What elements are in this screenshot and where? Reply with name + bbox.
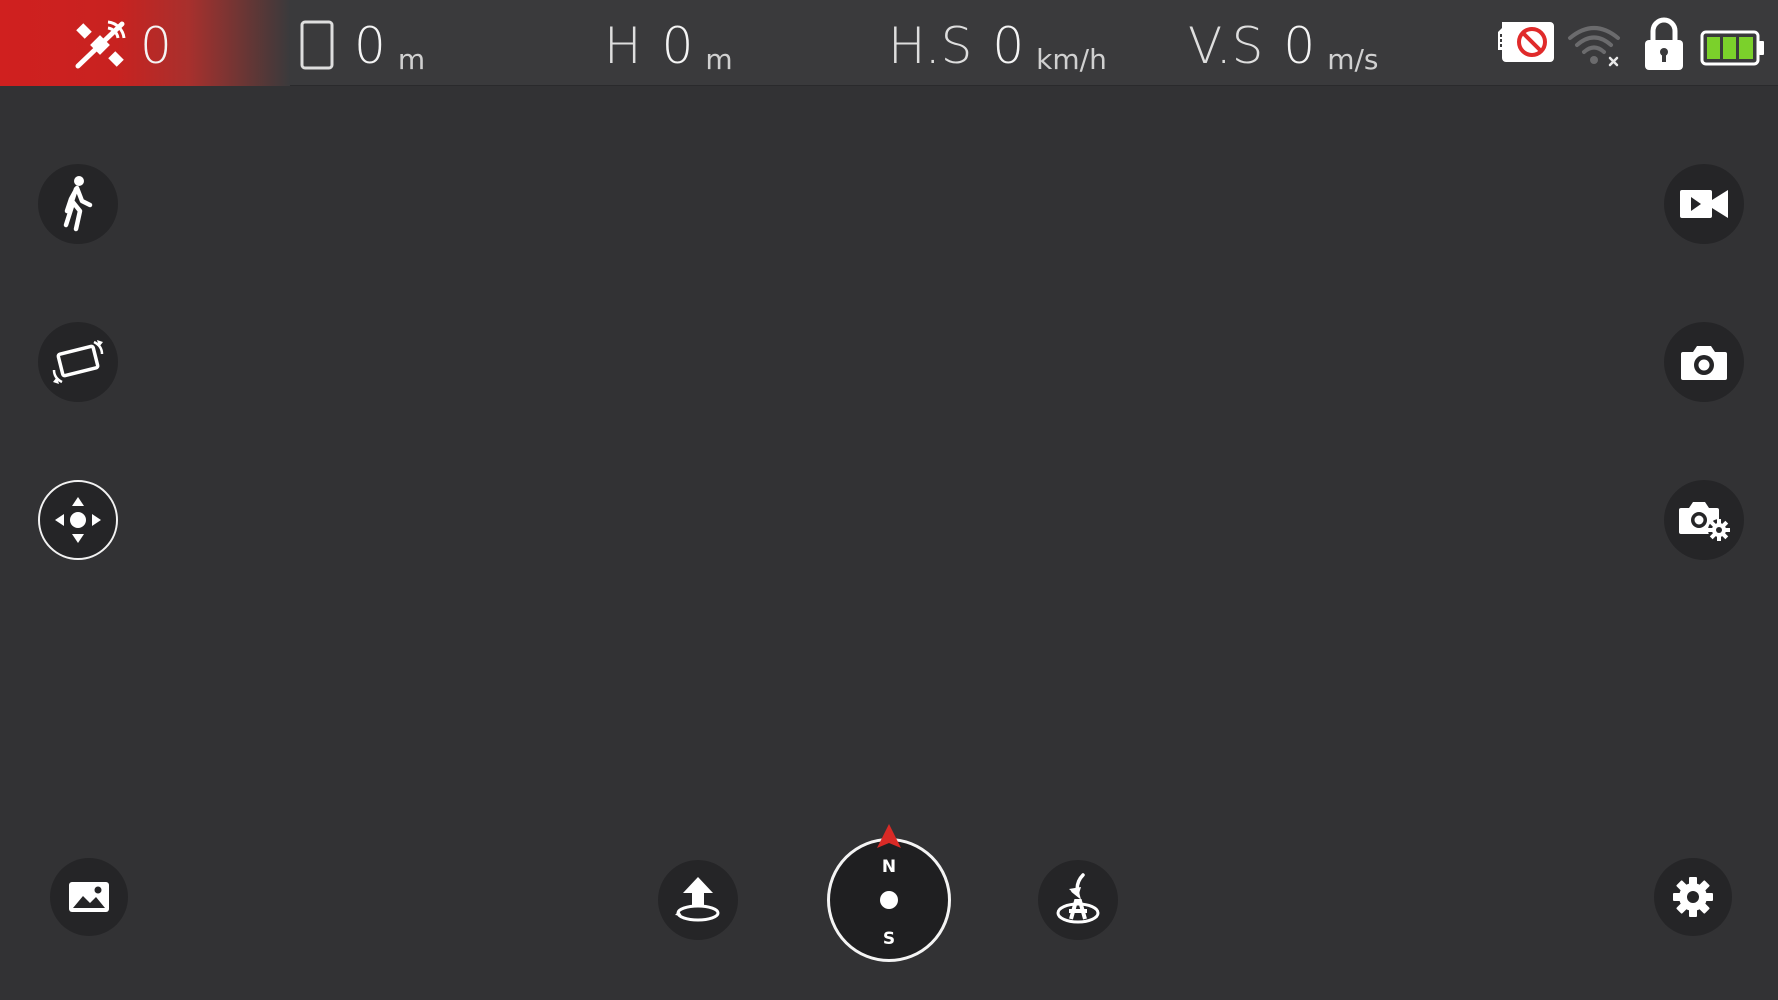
- takeoff-icon: [675, 877, 720, 922]
- compass-north-label: N: [881, 857, 897, 877]
- landing-button[interactable]: [1038, 860, 1118, 940]
- wifi-disconnected-icon[interactable]: [1566, 20, 1622, 70]
- distance-value: 0: [354, 17, 386, 75]
- vertical-speed-readout: V.S 0 m/s: [1188, 10, 1379, 76]
- directional-pad-icon: [55, 497, 101, 543]
- height-value: 0: [661, 17, 694, 75]
- gallery-button[interactable]: [50, 858, 128, 936]
- vertical-speed-value: 0: [1283, 17, 1316, 75]
- horizontal-speed-unit: km/h: [1036, 43, 1107, 76]
- distance-readout: 0 m: [300, 10, 425, 76]
- sd-card-blocked-icon[interactable]: [1496, 20, 1556, 64]
- takeoff-button[interactable]: [658, 860, 738, 940]
- compass: N S: [827, 838, 951, 962]
- lock-icon[interactable]: [1642, 16, 1686, 72]
- horizontal-speed-label: H.S: [888, 17, 973, 75]
- battery-icon: [1700, 30, 1764, 66]
- compass-heading-needle-icon: [877, 824, 901, 848]
- satellite-count-value: 0: [140, 17, 172, 75]
- gear-icon: [1673, 877, 1713, 917]
- compass-drone-dot: [880, 891, 898, 909]
- move-control-button[interactable]: [38, 480, 118, 560]
- video-camera-icon: [1680, 190, 1728, 218]
- distance-icon: [300, 20, 334, 70]
- rotate-screen-icon: [52, 340, 104, 384]
- vertical-speed-label: V.S: [1188, 17, 1264, 75]
- height-unit: m: [705, 43, 733, 76]
- telemetry-bar: 0 0 m H 0 m H.S 0 km/h V.S 0 m/s: [0, 0, 1778, 86]
- horizontal-speed-value: 0: [992, 17, 1025, 75]
- satellite-off-icon: [75, 20, 126, 69]
- rotate-view-button[interactable]: [38, 322, 118, 402]
- camera-icon: [1681, 346, 1727, 380]
- landing-icon: [1056, 873, 1100, 924]
- horizontal-speed-readout: H.S 0 km/h: [888, 10, 1107, 76]
- record-video-button[interactable]: [1664, 164, 1744, 244]
- height-label: H: [604, 17, 642, 75]
- satellite-count: 0: [140, 10, 172, 76]
- distance-unit: m: [397, 43, 426, 76]
- compass-south-label: S: [882, 929, 896, 949]
- vertical-speed-unit: m/s: [1327, 43, 1379, 76]
- settings-button[interactable]: [1654, 858, 1732, 936]
- take-photo-button[interactable]: [1664, 322, 1744, 402]
- follow-me-button[interactable]: [38, 164, 118, 244]
- gps-status-zone: 0: [0, 0, 290, 86]
- walking-person-icon: [63, 176, 93, 232]
- image-gallery-icon: [69, 882, 109, 912]
- camera-gear-icon: [1679, 502, 1730, 541]
- camera-settings-button[interactable]: [1664, 480, 1744, 560]
- height-readout: H 0 m: [604, 10, 733, 76]
